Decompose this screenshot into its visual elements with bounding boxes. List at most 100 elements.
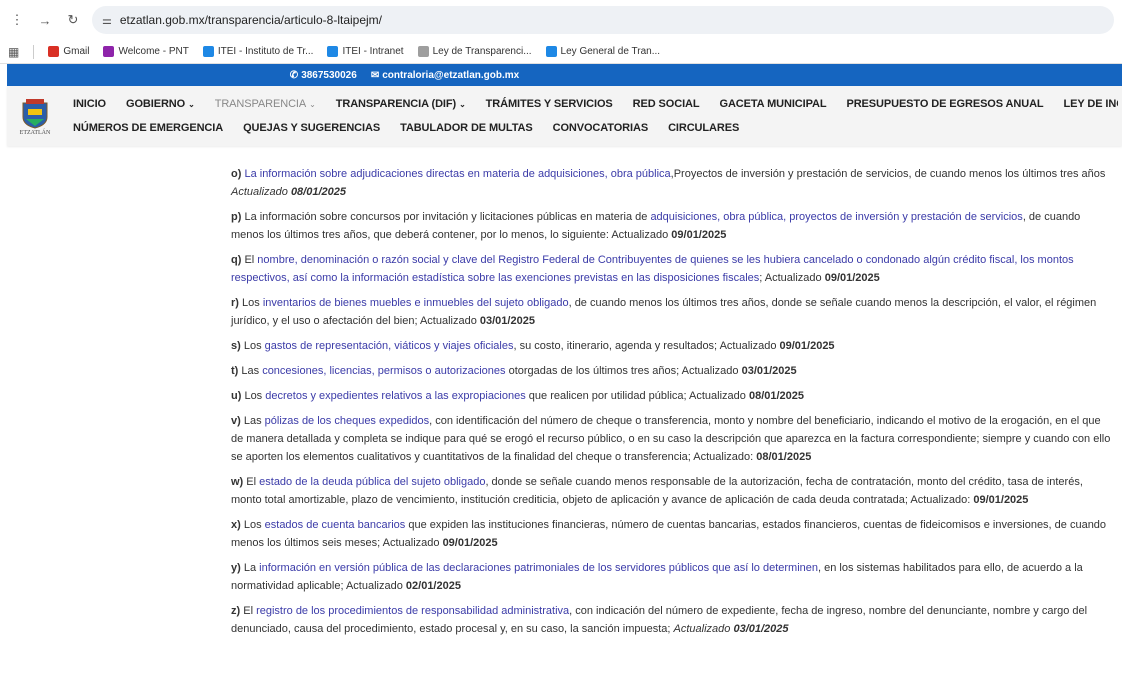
item-link[interactable]: nombre, denominación o razón social y cl…: [231, 254, 1074, 284]
bookmark-item[interactable]: Ley General de Tran...: [545, 46, 660, 57]
bookmark-item[interactable]: ITEI - Instituto de Tr...: [202, 46, 314, 57]
updated-label: Actualizado: [673, 623, 734, 635]
updated-date: 09/01/2025: [671, 229, 727, 241]
apps-grid-icon[interactable]: ▦: [8, 45, 19, 59]
item-letter: y): [231, 562, 241, 574]
main-menu: INICIO GOBIERNO ⌄ TRANSPARENCIA ⌄ TRANSPARENC…: [63, 92, 1118, 140]
nav-item[interactable]: LEY DE INGRESOS MUNIC: [1054, 98, 1118, 110]
item-text: La: [240, 562, 260, 574]
nav-item[interactable]: PRESUPUESTO DE EGRESOS ANUAL: [836, 98, 1053, 110]
list-item: u) Los decretos y expedientes relativos …: [231, 387, 1111, 405]
item-text: Los: [238, 297, 263, 309]
email-address: contraloria@etzatlan.gob.mx: [382, 69, 520, 81]
nav-item-label: PRESUPUESTO DE EGRESOS ANUAL: [846, 98, 1044, 110]
phone-contact[interactable]: ✆ 3867530026: [290, 70, 357, 81]
updated-label: Actualizado: [719, 340, 780, 352]
list-item: r) Los inventarios de bienes muebles e i…: [231, 294, 1111, 330]
item-text: La información sobre concursos por invit…: [241, 211, 651, 223]
item-link[interactable]: concesiones, licencias, permisos o autor…: [262, 365, 505, 377]
list-item: y) La información en versión pública de …: [231, 559, 1111, 595]
item-link[interactable]: estados de cuenta bancarios: [265, 519, 406, 531]
item-link[interactable]: información en versión pública de las de…: [259, 562, 818, 574]
bookmark-favicon-icon: [545, 46, 557, 57]
updated-label: Actualizado: [382, 537, 443, 549]
bookmark-item[interactable]: Ley de Transparenci...: [417, 46, 532, 57]
item-link[interactable]: registro de los procedimientos de respon…: [256, 605, 569, 617]
mail-icon: ✉: [370, 69, 380, 81]
updated-date: 08/01/2025: [748, 390, 805, 402]
nav-item-label: INICIO: [73, 98, 107, 110]
updated-date: 03/01/2025: [741, 365, 797, 377]
item-text: El: [243, 476, 260, 488]
item-link[interactable]: pólizas de los cheques expedidos: [265, 415, 430, 427]
email-contact[interactable]: ✉ contraloria@etzatlan.gob.mx: [371, 70, 519, 81]
item-link[interactable]: decretos y expedientes relativos a las e…: [265, 390, 525, 402]
bookmark-favicon-icon: [327, 46, 339, 57]
item-text: Las: [240, 415, 265, 427]
item-letter: r): [231, 297, 239, 309]
updated-date: 03/01/2025: [733, 623, 789, 635]
nav-item[interactable]: TRÁMITES Y SERVICIOS: [476, 98, 623, 110]
item-link[interactable]: estado de la deuda pública del sujeto ob…: [259, 476, 485, 488]
bookmark-label: ITEI - Instituto de Tr...: [217, 46, 314, 57]
item-text: Los: [240, 519, 265, 531]
list-item: s) Los gastos de representación, viático…: [231, 337, 1111, 355]
menu-dots-icon[interactable]: ⋮: [8, 12, 26, 28]
nav-item[interactable]: TABULADOR DE MULTAS: [390, 122, 543, 134]
nav-item-label: RED SOCIAL: [632, 98, 700, 110]
article-content: o) La información sobre adjudicaciones d…: [231, 146, 1111, 644]
updated-label: Actualizado: [681, 365, 742, 377]
item-link[interactable]: adquisiciones, obra pública, proyectos d…: [650, 211, 1022, 223]
item-link[interactable]: inventarios de bienes muebles e inmueble…: [263, 297, 569, 309]
nav-item[interactable]: TRANSPARENCIA ⌄: [205, 98, 326, 110]
updated-date: 09/01/2025: [442, 537, 498, 549]
nav-item[interactable]: TRANSPARENCIA (DIF) ⌄: [326, 98, 476, 110]
address-bar[interactable]: ⚌ etzatlan.gob.mx/transparencia/articulo…: [92, 6, 1114, 34]
nav-item[interactable]: GACETA MUNICIPAL: [710, 98, 837, 110]
nav-item-label: LEY DE INGRESOS MUNIC: [1063, 98, 1118, 110]
nav-item-label: GACETA MUNICIPAL: [719, 98, 827, 110]
item-letter: p): [231, 211, 242, 223]
updated-label: Actualizado:: [910, 494, 974, 506]
nav-item[interactable]: GOBIERNO ⌄: [116, 98, 205, 110]
item-letter: q): [231, 254, 242, 266]
item-letter: s): [231, 340, 241, 352]
site-settings-icon[interactable]: ⚌: [102, 14, 112, 27]
chevron-down-icon: ⌄: [309, 100, 316, 109]
forward-arrow-icon[interactable]: →: [36, 13, 54, 28]
item-text: El: [240, 605, 257, 617]
item-text: Los: [240, 340, 265, 352]
reload-icon[interactable]: ↻: [64, 12, 82, 28]
bookmark-item[interactable]: ITEI - Intranet: [327, 46, 404, 57]
updated-date: 09/01/2025: [973, 494, 1029, 506]
list-item: p) La información sobre concursos por in…: [231, 208, 1111, 244]
bookmark-item[interactable]: Gmail: [48, 46, 89, 57]
logo-text: ETZATLÁN: [19, 129, 51, 136]
item-text: Los: [241, 390, 266, 402]
item-link[interactable]: gastos de representación, viáticos y via…: [265, 340, 514, 352]
nav-item[interactable]: INICIO: [63, 98, 116, 110]
etzatlan-logo[interactable]: ETZATLÁN: [7, 92, 63, 140]
item-link[interactable]: La información sobre adjudicaciones dire…: [244, 168, 670, 180]
item-letter: x): [231, 519, 241, 531]
bookmark-label: Gmail: [63, 46, 90, 57]
item-letter: u): [231, 390, 242, 402]
nav-item[interactable]: NÚMEROS DE EMERGENCIA: [63, 122, 233, 134]
browser-toolbar: ⋮ → ↻ ⚌ etzatlan.gob.mx/transparencia/ar…: [0, 0, 1122, 40]
nav-item-label: GOBIERNO: [126, 98, 186, 110]
url-text: etzatlan.gob.mx/transparencia/articulo-8…: [119, 13, 382, 27]
nav-item-label: TRANSPARENCIA (DIF): [335, 98, 457, 110]
updated-date: 09/01/2025: [779, 340, 835, 352]
updated-date: 03/01/2025: [479, 315, 535, 327]
nav-item[interactable]: QUEJAS Y SUGERENCIAS: [233, 122, 390, 134]
nav-item[interactable]: RED SOCIAL: [623, 98, 710, 110]
nav-item[interactable]: CIRCULARES: [658, 122, 749, 134]
bookmark-label: Ley de Transparenci...: [432, 46, 532, 57]
item-letter: w): [231, 476, 244, 488]
bookmark-favicon-icon: [417, 46, 429, 57]
bookmark-item[interactable]: Welcome - PNT: [103, 46, 189, 57]
nav-item[interactable]: CONVOCATORIAS: [543, 122, 658, 134]
list-item: q) El nombre, denominación o razón socia…: [231, 251, 1111, 287]
updated-label: Actualizado: [689, 390, 749, 402]
coat-of-arms-icon: [22, 98, 48, 129]
